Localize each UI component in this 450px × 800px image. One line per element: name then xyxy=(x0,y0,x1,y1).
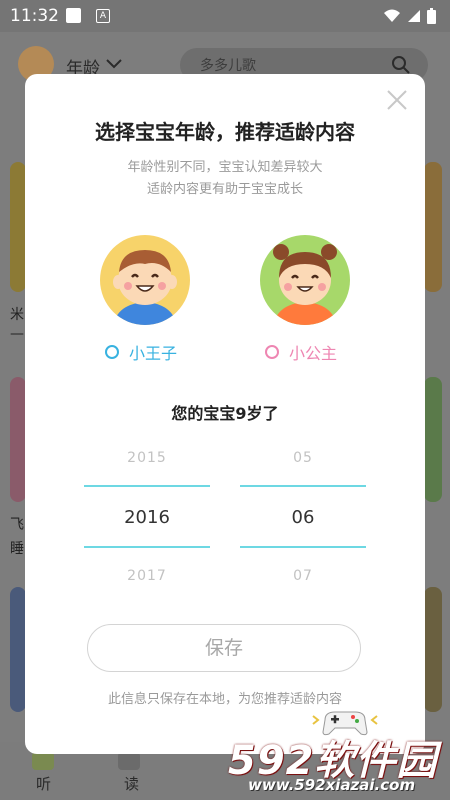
girl-avatar[interactable] xyxy=(259,234,351,326)
month-option-below[interactable]: 07 xyxy=(240,568,366,584)
listen-icon xyxy=(32,752,54,770)
battery-icon xyxy=(427,8,436,24)
background-tile xyxy=(424,587,442,712)
privacy-note: 此信息只保存在本地，为您推荐适龄内容 xyxy=(107,692,342,707)
dialog-subtitle-line1: 年龄性别不同，宝宝认知差异较大 xyxy=(127,160,323,175)
picker-divider xyxy=(84,546,210,548)
picker-divider xyxy=(240,546,366,548)
close-icon[interactable] xyxy=(385,88,409,112)
girl-label: 小公主 xyxy=(289,344,338,363)
background-snippet: 睡 xyxy=(10,541,24,557)
year-selected[interactable]: 2016 xyxy=(84,507,210,528)
status-icons xyxy=(383,8,436,24)
notification-icon xyxy=(66,8,81,23)
year-option-below[interactable]: 2017 xyxy=(84,568,210,584)
baby-age-text: 您的宝宝9岁了 xyxy=(171,404,279,423)
status-time: 11:32 xyxy=(10,6,59,26)
background-search-placeholder: 多多儿歌 xyxy=(200,58,256,74)
status-bar: 11:32 A xyxy=(0,0,450,32)
background-tile xyxy=(424,162,442,292)
year-picker[interactable]: 2015 2016 2017 xyxy=(84,440,210,600)
keyboard-indicator-icon: A xyxy=(96,9,110,23)
search-icon xyxy=(392,56,410,74)
picker-divider xyxy=(84,485,210,487)
signal-icon xyxy=(408,10,420,22)
background-tile xyxy=(10,377,26,502)
read-icon xyxy=(118,752,140,770)
boy-avatar[interactable] xyxy=(99,234,191,326)
background-tile xyxy=(10,162,26,292)
background-snippet: — xyxy=(10,326,24,342)
age-selection-dialog: 选择宝宝年龄，推荐适龄内容 年龄性别不同，宝宝认知差异较大 适龄内容更有助于宝宝… xyxy=(25,74,425,754)
watermark: 592软件园 www.592xiazai.com xyxy=(218,726,450,800)
boy-label: 小王子 xyxy=(129,344,178,363)
watermark-url: www.592xiazai.com xyxy=(248,776,416,794)
background-tile xyxy=(10,587,26,712)
girl-radio[interactable] xyxy=(265,345,279,359)
dialog-subtitle-line2: 适龄内容更有助于宝宝成长 xyxy=(146,182,303,197)
background-tile xyxy=(424,377,442,502)
gender-option-boy[interactable]: 小王子 xyxy=(105,340,177,364)
wifi-icon xyxy=(384,9,400,22)
dialog-title: 选择宝宝年龄，推荐适龄内容 xyxy=(95,120,355,144)
background-nav-listen: 听 xyxy=(36,775,52,793)
picker-divider xyxy=(240,485,366,487)
chevron-down-icon xyxy=(106,59,122,69)
month-selected[interactable]: 06 xyxy=(240,507,366,528)
year-option-above[interactable]: 2015 xyxy=(84,450,210,466)
background-snippet: 飞 xyxy=(10,517,24,533)
month-picker[interactable]: 05 06 07 xyxy=(240,440,366,600)
background-snippet: 米 xyxy=(10,307,24,323)
save-button[interactable]: 保存 xyxy=(87,624,361,672)
boy-radio[interactable] xyxy=(105,345,119,359)
month-option-above[interactable]: 05 xyxy=(240,450,366,466)
background-nav-read: 读 xyxy=(124,775,140,793)
gender-option-girl[interactable]: 小公主 xyxy=(265,340,337,364)
